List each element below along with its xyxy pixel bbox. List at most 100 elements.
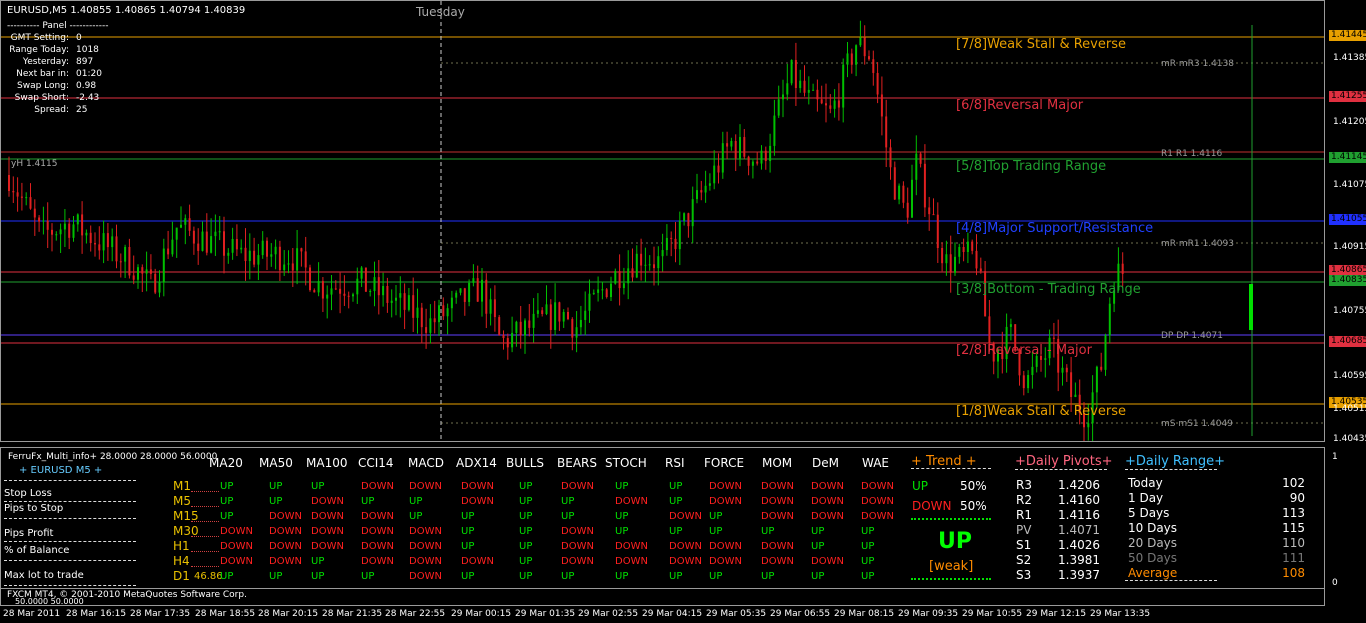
range-row-value: 113 bbox=[1282, 506, 1305, 520]
candle-body bbox=[197, 243, 200, 251]
candle-body bbox=[111, 236, 114, 248]
candle-body bbox=[975, 250, 978, 269]
candle-body bbox=[450, 297, 453, 309]
price-axis[interactable]: 1.41445 1.41255 1.41145 1.41055 1.40865 1.408… bbox=[1325, 0, 1366, 444]
candle-body bbox=[670, 237, 673, 239]
d1-value: 46.86 bbox=[194, 571, 223, 582]
candle-body bbox=[825, 103, 827, 106]
column-header: MA100 bbox=[306, 456, 348, 470]
candle-body bbox=[876, 72, 879, 95]
separator bbox=[191, 506, 219, 507]
murrey-level-label: [6/8]Reversal Major bbox=[956, 98, 1084, 113]
candle-body bbox=[291, 263, 294, 271]
mm-label: Pips Profit bbox=[4, 528, 54, 539]
signal-cell: DOWN bbox=[409, 526, 442, 537]
candle-body bbox=[954, 256, 956, 273]
price-tick-label: 1.41385 bbox=[1333, 53, 1366, 63]
signal-cell: DOWN bbox=[709, 481, 742, 492]
signal-cell: DOWN bbox=[669, 541, 702, 552]
signal-cell: UP bbox=[269, 571, 283, 582]
indicator-window[interactable]: FerruFx_Multi_info+ 28.0000 28.0000 56.0… bbox=[0, 447, 1325, 589]
time-tick-label: 29 Mar 02:55 bbox=[578, 609, 639, 619]
candle-body bbox=[855, 45, 858, 65]
candle-body bbox=[407, 295, 410, 310]
candle-body bbox=[205, 231, 208, 253]
candle-body bbox=[829, 105, 832, 109]
candle-body bbox=[567, 311, 569, 320]
candle-body bbox=[167, 248, 170, 255]
candle-body bbox=[648, 264, 651, 266]
column-header: MA20 bbox=[209, 456, 243, 470]
pivot-line-label: mR mR3 1.4138 bbox=[1161, 59, 1234, 69]
murrey-level-label: [1/8]Weak Stall & Reverse bbox=[956, 404, 1126, 419]
separator bbox=[191, 566, 219, 567]
candle-body bbox=[653, 264, 655, 269]
main-chart-window[interactable]: EURUSD,M5 1.40855 1.40865 1.40794 1.4083… bbox=[0, 0, 1325, 442]
candle-body bbox=[330, 288, 333, 295]
separator bbox=[1125, 469, 1217, 470]
signal-cell: UP bbox=[519, 511, 533, 522]
time-tick-label: 29 Mar 00:15 bbox=[451, 609, 512, 619]
candle-body bbox=[885, 116, 888, 148]
candle-body bbox=[296, 248, 299, 271]
signal-cell: UP bbox=[761, 571, 775, 582]
candle-body bbox=[941, 248, 944, 264]
range-row-value: 108 bbox=[1282, 566, 1305, 580]
candle-body bbox=[665, 237, 668, 251]
candle-body bbox=[184, 218, 187, 225]
time-axis[interactable]: 28 Mar 2011 28 Mar 16:15 28 Mar 17:35 28 Ma… bbox=[0, 606, 1366, 623]
candle-body bbox=[192, 230, 195, 244]
candle-body bbox=[700, 190, 703, 193]
range-row-value: 90 bbox=[1289, 491, 1305, 505]
trend-down-pct: 50% bbox=[960, 499, 987, 513]
candle-body bbox=[214, 231, 217, 237]
candle-body bbox=[399, 293, 402, 298]
candle-body bbox=[76, 214, 79, 225]
candle-body bbox=[532, 313, 535, 328]
candle-body bbox=[923, 163, 926, 208]
candle-body bbox=[872, 59, 875, 73]
candle-body bbox=[618, 271, 621, 289]
separator bbox=[4, 480, 136, 481]
candle-body bbox=[601, 289, 604, 291]
candle-body bbox=[644, 264, 647, 266]
panel-row-key: Swap Long: bbox=[17, 81, 69, 91]
candle-body bbox=[782, 94, 784, 100]
candle-body bbox=[678, 220, 681, 250]
signal-cell: DOWN bbox=[761, 481, 794, 492]
panel-row-key: Next bar in: bbox=[16, 69, 69, 79]
candle-body bbox=[210, 236, 213, 253]
candle-body bbox=[38, 217, 41, 222]
signal-cell: UP bbox=[519, 556, 533, 567]
candle-body bbox=[816, 89, 819, 100]
candle-body bbox=[859, 37, 862, 46]
signal-cell: DOWN bbox=[761, 556, 794, 567]
signal-cell: UP bbox=[220, 481, 234, 492]
candle-body bbox=[790, 60, 793, 84]
candle-body bbox=[863, 37, 866, 57]
signal-cell: DOWN bbox=[561, 481, 594, 492]
time-tick-label: 29 Mar 12:15 bbox=[1026, 609, 1087, 619]
signal-cell: UP bbox=[669, 571, 683, 582]
signal-cell: UP bbox=[311, 556, 325, 567]
signal-cell: DOWN bbox=[861, 496, 894, 507]
candle-body bbox=[364, 267, 367, 292]
candle-body bbox=[846, 53, 849, 65]
signal-cell: UP bbox=[519, 571, 533, 582]
candle-body bbox=[493, 299, 496, 318]
signal-cell: DOWN bbox=[615, 541, 648, 552]
signal-cell: DOWN bbox=[761, 541, 794, 552]
signal-cell: DOWN bbox=[461, 496, 494, 507]
price-tick-label: 1.40595 bbox=[1333, 371, 1366, 381]
candle-body bbox=[356, 278, 359, 295]
signal-cell: DOWN bbox=[709, 556, 742, 567]
signal-cell: UP bbox=[811, 541, 825, 552]
signal-cell: DOWN bbox=[311, 496, 344, 507]
signal-cell: DOWN bbox=[761, 496, 794, 507]
price-tag: 1.40835 bbox=[1329, 275, 1366, 286]
candle-body bbox=[321, 281, 324, 299]
price-tick-label: 1.40515 bbox=[1333, 404, 1366, 414]
separator bbox=[191, 551, 219, 552]
candle-body bbox=[1074, 394, 1077, 397]
candle-body bbox=[119, 261, 122, 263]
